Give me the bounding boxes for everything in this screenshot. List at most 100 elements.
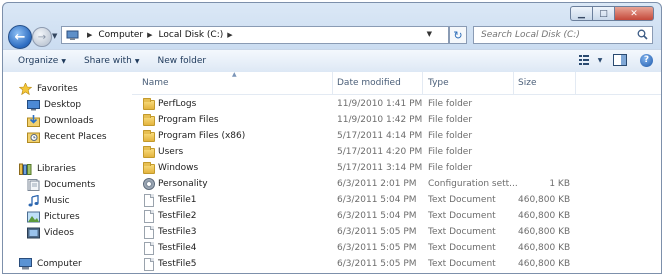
file-type: Text Document <box>428 211 496 221</box>
file-name: Users <box>158 147 184 157</box>
file-row[interactable]: Program Files (x86) 5/17/2011 4:14 PM File… <box>132 129 661 145</box>
search-box[interactable] <box>473 26 653 44</box>
column-header-size[interactable]: Size <box>518 78 536 88</box>
share-with-menu[interactable]: Share with ▼ <box>84 56 140 66</box>
preview-pane-button[interactable] <box>612 53 628 67</box>
file-row[interactable]: Program Files 11/9/2010 1:42 PM File folde… <box>132 113 661 129</box>
forward-button[interactable]: → <box>32 27 52 47</box>
folder-icon <box>143 162 155 175</box>
file-row[interactable]: TestFile1 6/3/2011 5:04 PM Text Document 46… <box>132 193 661 209</box>
search-input[interactable] <box>479 29 633 41</box>
recent-places-icon <box>27 131 40 143</box>
close-button[interactable]: ✕ <box>614 6 654 21</box>
downloads-icon <box>27 114 40 127</box>
nav-label: Pictures <box>44 211 80 222</box>
file-date-modified: 5/17/2011 4:14 PM <box>337 131 423 141</box>
column-divider[interactable] <box>422 72 423 94</box>
nav-label: Libraries <box>37 163 76 174</box>
sort-ascending-icon: ▲ <box>232 71 237 78</box>
file-date-modified: 6/3/2011 2:01 PM <box>337 179 417 189</box>
file-type: File folder <box>428 131 473 141</box>
nav-label: Videos <box>44 227 74 238</box>
more-options-dropdown[interactable]: ▼ <box>596 53 604 67</box>
search-icon[interactable] <box>637 29 648 40</box>
nav-recent-places[interactable]: Recent Places <box>27 129 107 144</box>
breadcrumb-separator[interactable]: ▶ <box>87 31 92 39</box>
icon-shape <box>144 258 154 271</box>
column-header-type[interactable]: Type <box>428 78 449 88</box>
address-history-dropdown-icon[interactable]: ▼ <box>427 30 432 38</box>
column-header-date-modified[interactable]: Date modified <box>337 78 401 88</box>
minimize-button[interactable]: ▁ <box>570 6 592 21</box>
pane-splitter[interactable] <box>120 72 132 273</box>
folder-icon <box>143 146 155 159</box>
file-row[interactable]: Personality 6/3/2011 2:01 PM Configuration… <box>132 177 661 193</box>
back-arrow-icon: ← <box>14 29 26 45</box>
refresh-button[interactable]: ↻ <box>449 26 467 44</box>
nav-videos[interactable]: Videos <box>27 225 74 240</box>
recent-pages-dropdown[interactable]: ▼ <box>52 32 57 40</box>
nav-libraries[interactable]: Libraries <box>19 161 76 176</box>
file-row[interactable]: Users 5/17/2011 4:20 PM File folder <box>132 145 661 161</box>
nav-label: Documents <box>44 179 96 190</box>
file-date-modified: 5/17/2011 4:20 PM <box>337 147 423 157</box>
breadcrumb-computer[interactable]: Computer <box>98 30 143 40</box>
breadcrumb-local-disk[interactable]: Local Disk (C:) <box>159 30 224 40</box>
star-icon <box>18 81 33 95</box>
file-name: Windows <box>158 163 199 173</box>
breadcrumb-separator[interactable]: ▶ <box>147 31 152 39</box>
file-row[interactable]: TestFile5 6/3/2011 5:05 PM Text Document 46… <box>132 257 661 273</box>
file-type: Text Document <box>428 227 496 237</box>
file-date-modified: 5/17/2011 3:14 PM <box>337 163 423 173</box>
file-row[interactable]: Windows 5/17/2011 3:14 PM File folder <box>132 161 661 177</box>
music-icon <box>27 194 40 207</box>
file-size: 460,800 KB <box>518 211 571 221</box>
file-type: Text Document <box>428 243 496 253</box>
file-row[interactable]: PerfLogs 11/9/2010 1:41 PM File folder <box>132 97 661 113</box>
nav-favorites[interactable]: Favorites <box>18 81 78 96</box>
new-folder-button[interactable]: New folder <box>158 56 207 66</box>
file-date-modified: 6/3/2011 5:05 PM <box>337 243 417 253</box>
window-controls: ▁ □ ✕ <box>570 6 654 21</box>
forward-arrow-icon: → <box>37 31 47 43</box>
file-type: File folder <box>428 99 473 109</box>
column-header-name[interactable]: Name <box>142 78 169 88</box>
new-folder-label: New folder <box>157 56 207 66</box>
file-name: TestFile4 <box>158 243 197 253</box>
nav-documents[interactable]: Documents <box>27 177 95 192</box>
file-size: 460,800 KB <box>518 243 571 253</box>
icon-shape <box>143 98 155 110</box>
column-divider[interactable] <box>332 72 333 94</box>
back-button[interactable]: ← <box>8 25 32 49</box>
file-list: ▲ Name Date modified Type Size PerfLogs 1… <box>132 71 661 273</box>
address-bar[interactable]: ▶ Computer ▶ Local Disk (C:) ▶ ▼ <box>61 26 449 44</box>
column-divider[interactable] <box>575 72 576 94</box>
nav-downloads[interactable]: Downloads <box>27 113 93 128</box>
nav-computer[interactable]: Computer <box>19 256 82 271</box>
nav-label: Downloads <box>44 115 94 126</box>
file-size: 1 KB <box>549 179 570 189</box>
file-size: 460,800 KB <box>518 195 571 205</box>
file-date-modified: 6/3/2011 5:05 PM <box>337 259 417 269</box>
change-view-button[interactable] <box>578 53 594 67</box>
documents-icon <box>27 178 40 191</box>
column-divider[interactable] <box>513 72 514 94</box>
help-button[interactable]: ? <box>640 53 653 67</box>
organize-menu[interactable]: Organize ▼ <box>18 56 66 66</box>
view-controls: ▼ ? <box>570 53 653 67</box>
icon-shape <box>143 130 155 142</box>
computer-icon <box>19 257 32 270</box>
icon-shape <box>144 226 154 239</box>
column-header-row: ▲ Name Date modified Type Size <box>132 71 661 95</box>
nav-music[interactable]: Music <box>27 193 70 208</box>
icon-shape <box>144 242 154 255</box>
nav-desktop[interactable]: Desktop <box>27 97 81 112</box>
file-row[interactable]: TestFile4 6/3/2011 5:05 PM Text Document 46… <box>132 241 661 257</box>
breadcrumb-separator[interactable]: ▶ <box>227 31 232 39</box>
file-row[interactable]: TestFile3 6/3/2011 5:05 PM Text Document 46… <box>132 225 661 241</box>
nav-pictures[interactable]: Pictures <box>27 209 80 224</box>
maximize-button[interactable]: □ <box>592 6 614 21</box>
file-row[interactable]: TestFile2 6/3/2011 5:04 PM Text Document 46… <box>132 209 661 225</box>
nav-label: Desktop <box>44 99 82 110</box>
file-date-modified: 11/9/2010 1:41 PM <box>337 99 423 109</box>
